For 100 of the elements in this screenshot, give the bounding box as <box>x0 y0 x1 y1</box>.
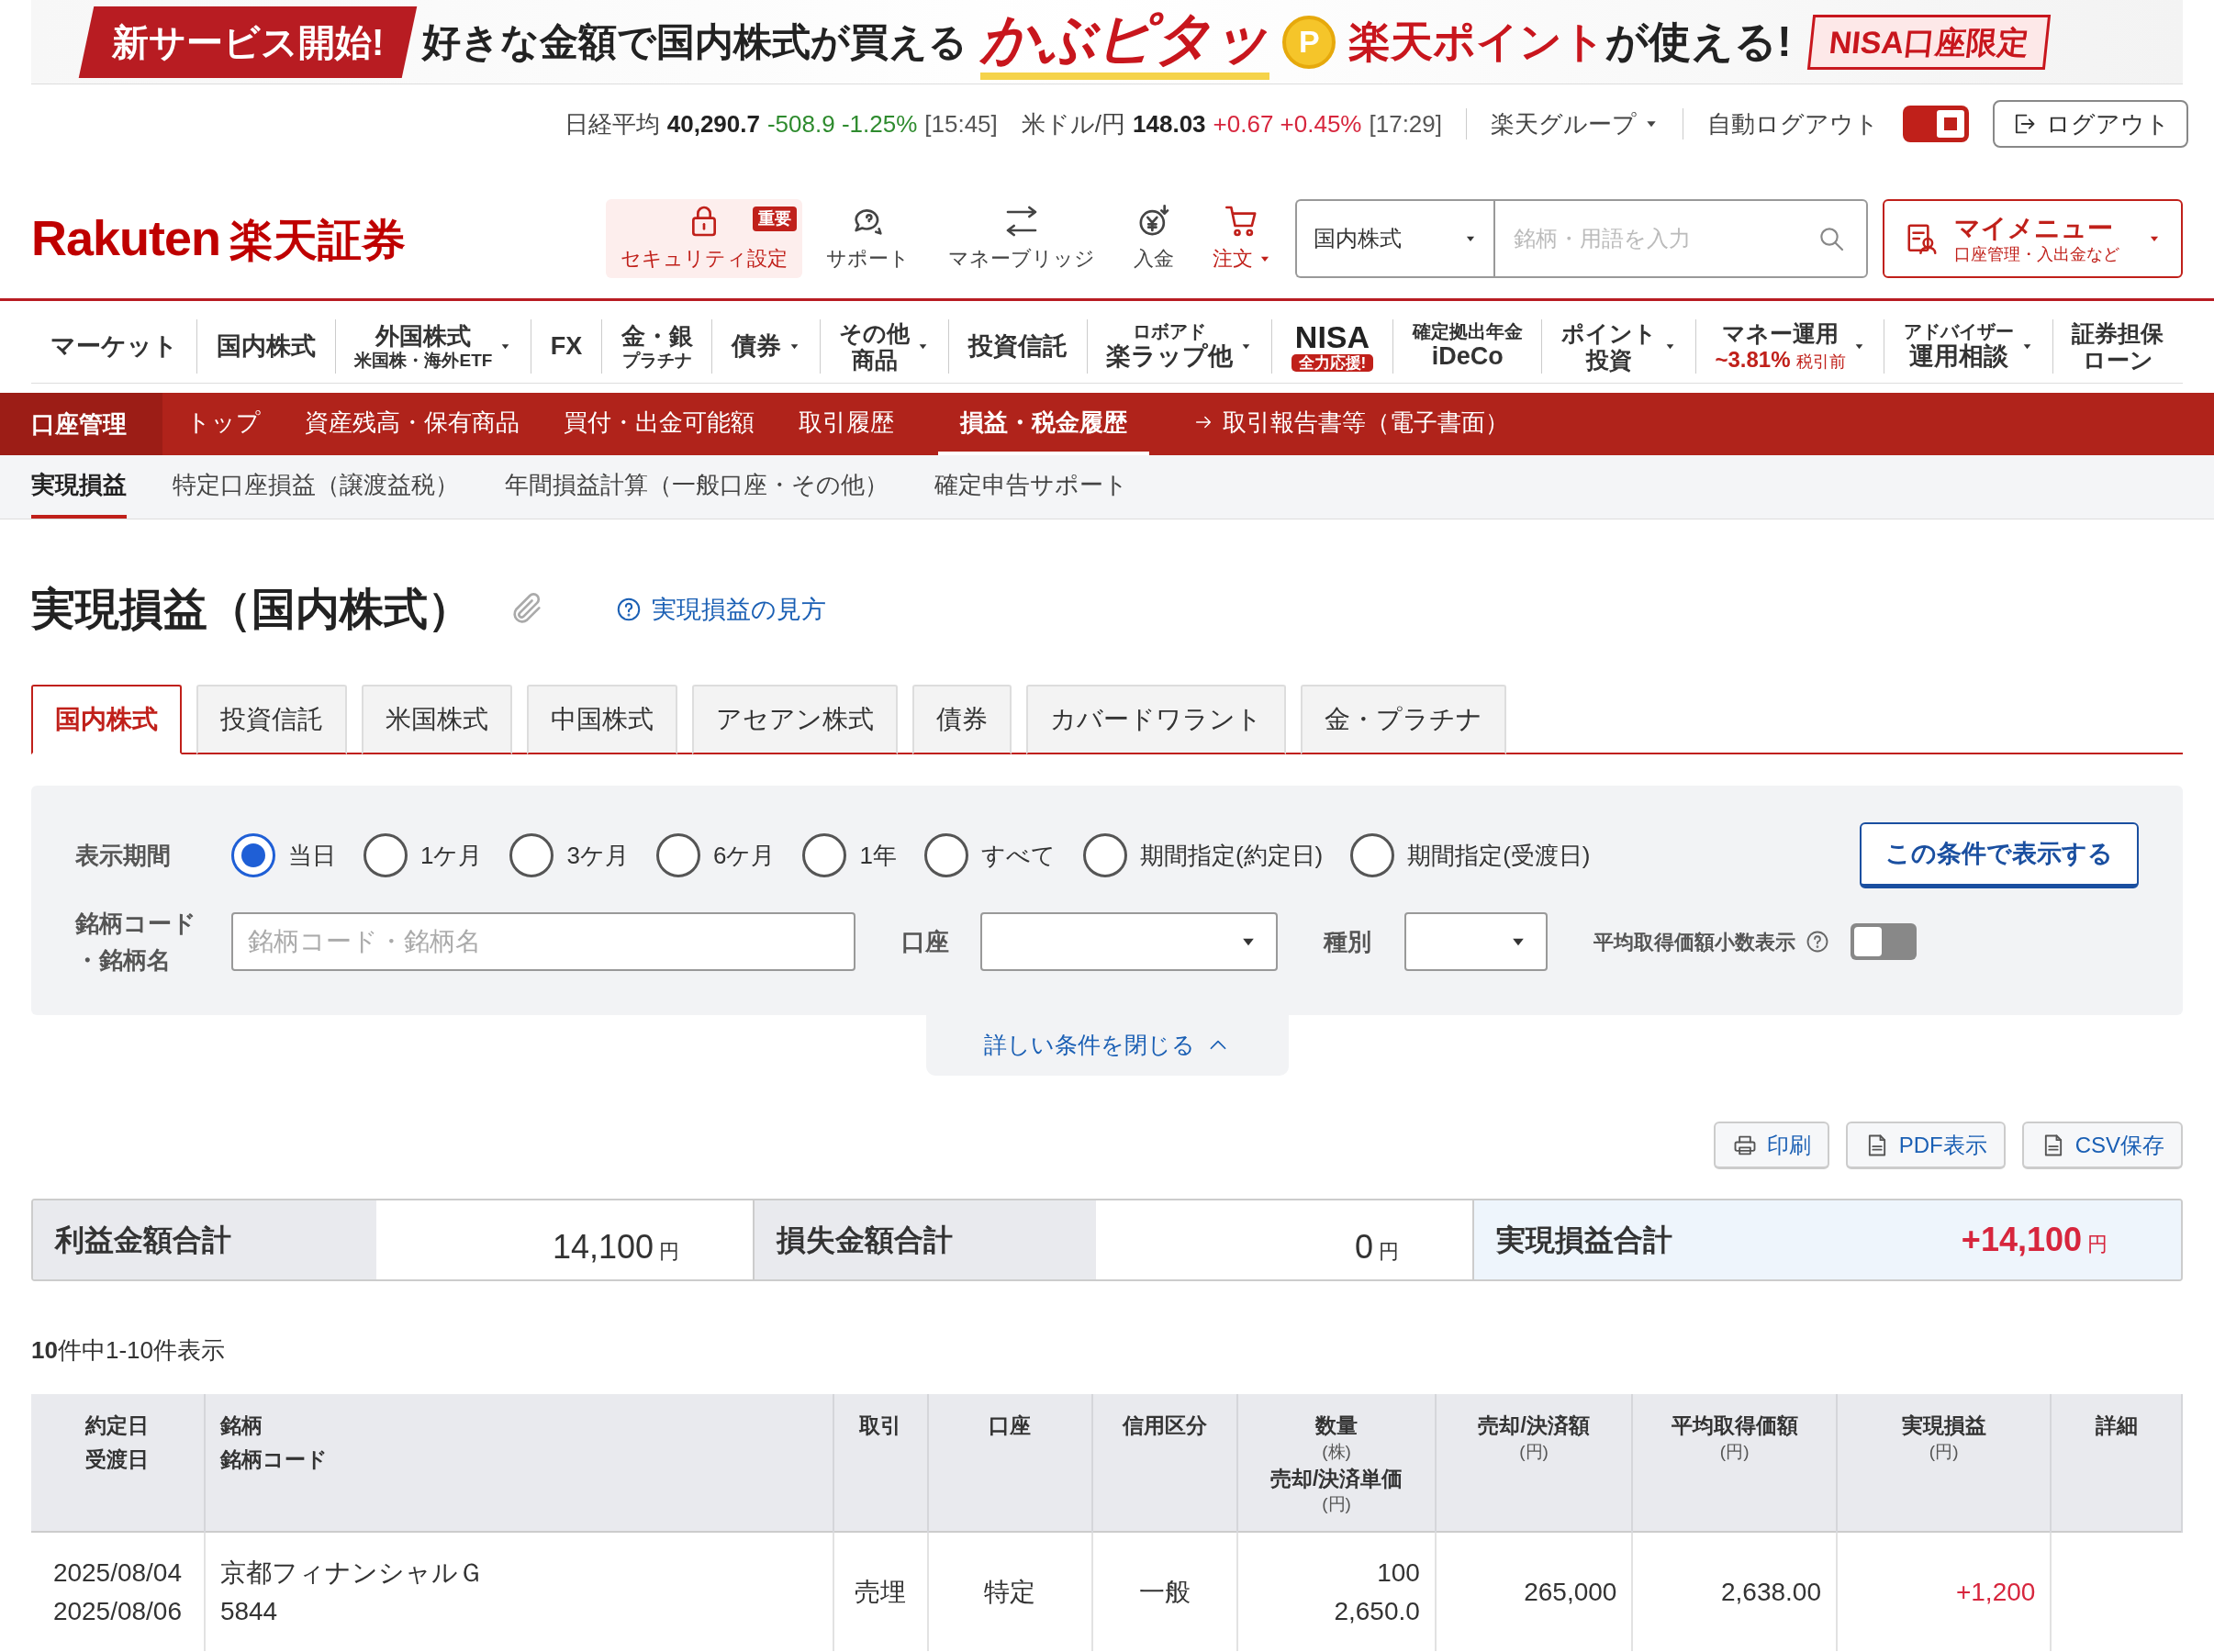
submit-button[interactable]: この条件で表示する <box>1860 822 2139 888</box>
sub-tab[interactable]: 実現損益 <box>31 455 127 519</box>
account-select[interactable] <box>980 912 1278 971</box>
radio-button[interactable] <box>231 833 275 877</box>
nav-item[interactable]: NISA 全力応援! <box>1271 310 1392 383</box>
account-nav-link[interactable]: 取引報告書等（電子書面） <box>1193 393 1509 455</box>
field-label: 平均取得価額小数表示 <box>1593 929 1795 955</box>
action-button[interactable]: CSV保存 <box>2021 1122 2183 1169</box>
field-label: 口座 <box>901 926 950 957</box>
action-button[interactable]: PDF表示 <box>1845 1122 2006 1169</box>
toolbar-button[interactable]: 重要 セキュリティ設定 <box>606 198 803 278</box>
search-field[interactable]: 銘柄・用語を入力 <box>1493 198 1869 278</box>
nav-item[interactable]: ロボアド 楽ラップ他 <box>1087 310 1271 383</box>
banner-tag: NISA口座限定 <box>1806 14 2052 70</box>
help-link[interactable]: 実現損益の見方 <box>615 590 826 629</box>
summary-label: 利益金額合計 <box>33 1200 376 1279</box>
asset-tab[interactable]: 投資信託 <box>196 685 347 754</box>
account-nav-link[interactable]: トップ <box>186 393 261 455</box>
ad-banner[interactable]: 新サービス開始! 好きな金額で国内株式が買える かぶピタッ P 楽天ポイント が使える! NISA口座限定 <box>31 0 2183 84</box>
account-nav-link[interactable]: 買付・出金可能額 <box>564 393 755 455</box>
important-badge: 重要 <box>753 206 798 231</box>
index-time: [15:45] <box>924 108 998 140</box>
radio-button[interactable] <box>923 833 968 877</box>
radio-label[interactable]: 6ケ月 <box>712 837 776 874</box>
decimal-toggle[interactable] <box>1851 923 1917 960</box>
asset-tab[interactable]: 中国株式 <box>527 685 677 754</box>
radio-label[interactable]: すべて <box>980 837 1056 874</box>
nav-item[interactable]: 国内株式 <box>197 310 335 383</box>
nav-item[interactable]: 証券担保 ローン <box>2052 310 2183 383</box>
radio-button[interactable] <box>509 833 554 877</box>
asset-tab[interactable]: カバードワラント <box>1026 685 1286 754</box>
category-select[interactable]: 国内株式 <box>1295 198 1494 278</box>
radio-button[interactable] <box>363 833 408 877</box>
summary-value: 0 <box>1354 1227 1373 1267</box>
nav-item[interactable]: 投資信託 <box>949 310 1087 383</box>
radio-label[interactable]: 期間指定(約定日) <box>1139 837 1324 874</box>
radio-label[interactable]: 1年 <box>859 837 897 874</box>
column-header: 取引 <box>833 1394 928 1532</box>
index-change: -508.9 -1.25% <box>766 108 918 140</box>
radio-button[interactable] <box>802 833 847 877</box>
radio-label[interactable]: 当日 <box>288 837 336 874</box>
radio-button[interactable] <box>1350 833 1395 877</box>
field-label: 表示期間 <box>75 840 172 871</box>
help-icon[interactable] <box>1805 929 1830 954</box>
table-cell: 一般 <box>1091 1532 1238 1651</box>
section-title: 口座管理 <box>0 393 162 455</box>
logout-button[interactable]: ログアウト <box>1993 100 2188 148</box>
toolbar-button[interactable]: サポート <box>811 198 925 278</box>
table-cell: 2,638.00 <box>1632 1532 1837 1651</box>
sub-tab[interactable]: 特定口座損益（譲渡益税） <box>173 455 459 519</box>
toolbar-button[interactable]: マネーブリッジ <box>934 198 1111 278</box>
code-input-field[interactable]: 銘柄コード・銘柄名 <box>231 912 855 971</box>
action-button[interactable]: 印刷 <box>1713 1122 1829 1169</box>
search-input[interactable]: 銘柄・用語を入力 <box>1495 200 1817 276</box>
collapse-button[interactable]: 詳しい条件を閉じる <box>925 1015 1289 1076</box>
toolbar-button[interactable]: 注文 <box>1198 198 1287 278</box>
auto-logout-toggle[interactable] <box>1903 106 1969 142</box>
index-label: 米ドル/円 <box>1021 108 1126 140</box>
asset-tab[interactable]: 米国株式 <box>362 685 512 754</box>
index-label: 日経平均 <box>564 108 660 140</box>
result-count: 10件中1-10件表示 <box>31 1335 226 1366</box>
field-label: 銘柄コード ・銘柄名 <box>75 909 197 976</box>
type-select[interactable] <box>1404 912 1548 971</box>
nav-item[interactable]: アドバイザー 運用相談 <box>1884 310 2052 383</box>
help-icon <box>615 596 643 623</box>
summary-label: 損失金額合計 <box>753 1200 1096 1279</box>
group-menu[interactable]: 楽天グループ <box>1491 106 1659 142</box>
sub-tab[interactable]: 確定申告サポート <box>934 455 1128 519</box>
account-nav-link[interactable]: 資産残高・保有商品 <box>305 393 520 455</box>
radio-label[interactable]: 1ケ月 <box>420 837 483 874</box>
nav-item[interactable]: ポイント 投資 <box>1542 310 1695 383</box>
asset-tab[interactable]: 金・プラチナ <box>1301 685 1506 754</box>
radio-label[interactable]: 期間指定(受渡日) <box>1407 837 1591 874</box>
nav-item[interactable]: FX <box>531 310 601 383</box>
radio-label[interactable]: 3ケ月 <box>566 837 629 874</box>
summary-value: 14,100 <box>552 1227 654 1267</box>
column-header: 信用区分 <box>1091 1394 1238 1532</box>
radio-button[interactable] <box>655 833 700 877</box>
banner-badge: 新サービス開始! <box>78 6 418 78</box>
nav-item[interactable]: 債券 <box>712 310 820 383</box>
banner-headline: 好きな金額で国内株式が買える <box>422 19 968 65</box>
nav-item[interactable]: マネー運用 ~3.81% 税引前 <box>1695 310 1884 383</box>
nav-item[interactable]: その他 商品 <box>820 310 949 383</box>
nav-item[interactable]: 外国株式 米国株・海外ETF <box>335 310 531 383</box>
table-cell: 2025/08/04 2025/08/06 <box>31 1532 205 1651</box>
nav-item[interactable]: マーケット <box>31 310 197 383</box>
radio-button[interactable] <box>1082 833 1127 877</box>
asset-tab[interactable]: 国内株式 <box>31 685 182 754</box>
asset-tab[interactable]: 債券 <box>912 685 1012 754</box>
table-cell: 265,000 <box>1435 1532 1633 1651</box>
index-time: [17:29] <box>1369 108 1442 140</box>
account-nav-link[interactable]: 取引履歴 <box>799 393 894 455</box>
toolbar-button[interactable]: 入金 <box>1119 198 1190 278</box>
my-menu-button[interactable]: マイメニュー 口座管理・入出金など <box>1883 198 2183 278</box>
sub-tab[interactable]: 年間損益計算（一般口座・その他） <box>505 455 889 519</box>
nav-item[interactable]: 金・銀 プラチナ <box>601 310 712 383</box>
page-title: 実現損益（国内株式） <box>31 584 472 635</box>
table-cell: +1,200 <box>1836 1532 2052 1651</box>
nav-item[interactable]: 確定拠出年金 iDeCo <box>1393 310 1542 383</box>
asset-tab[interactable]: アセアン株式 <box>692 685 898 754</box>
